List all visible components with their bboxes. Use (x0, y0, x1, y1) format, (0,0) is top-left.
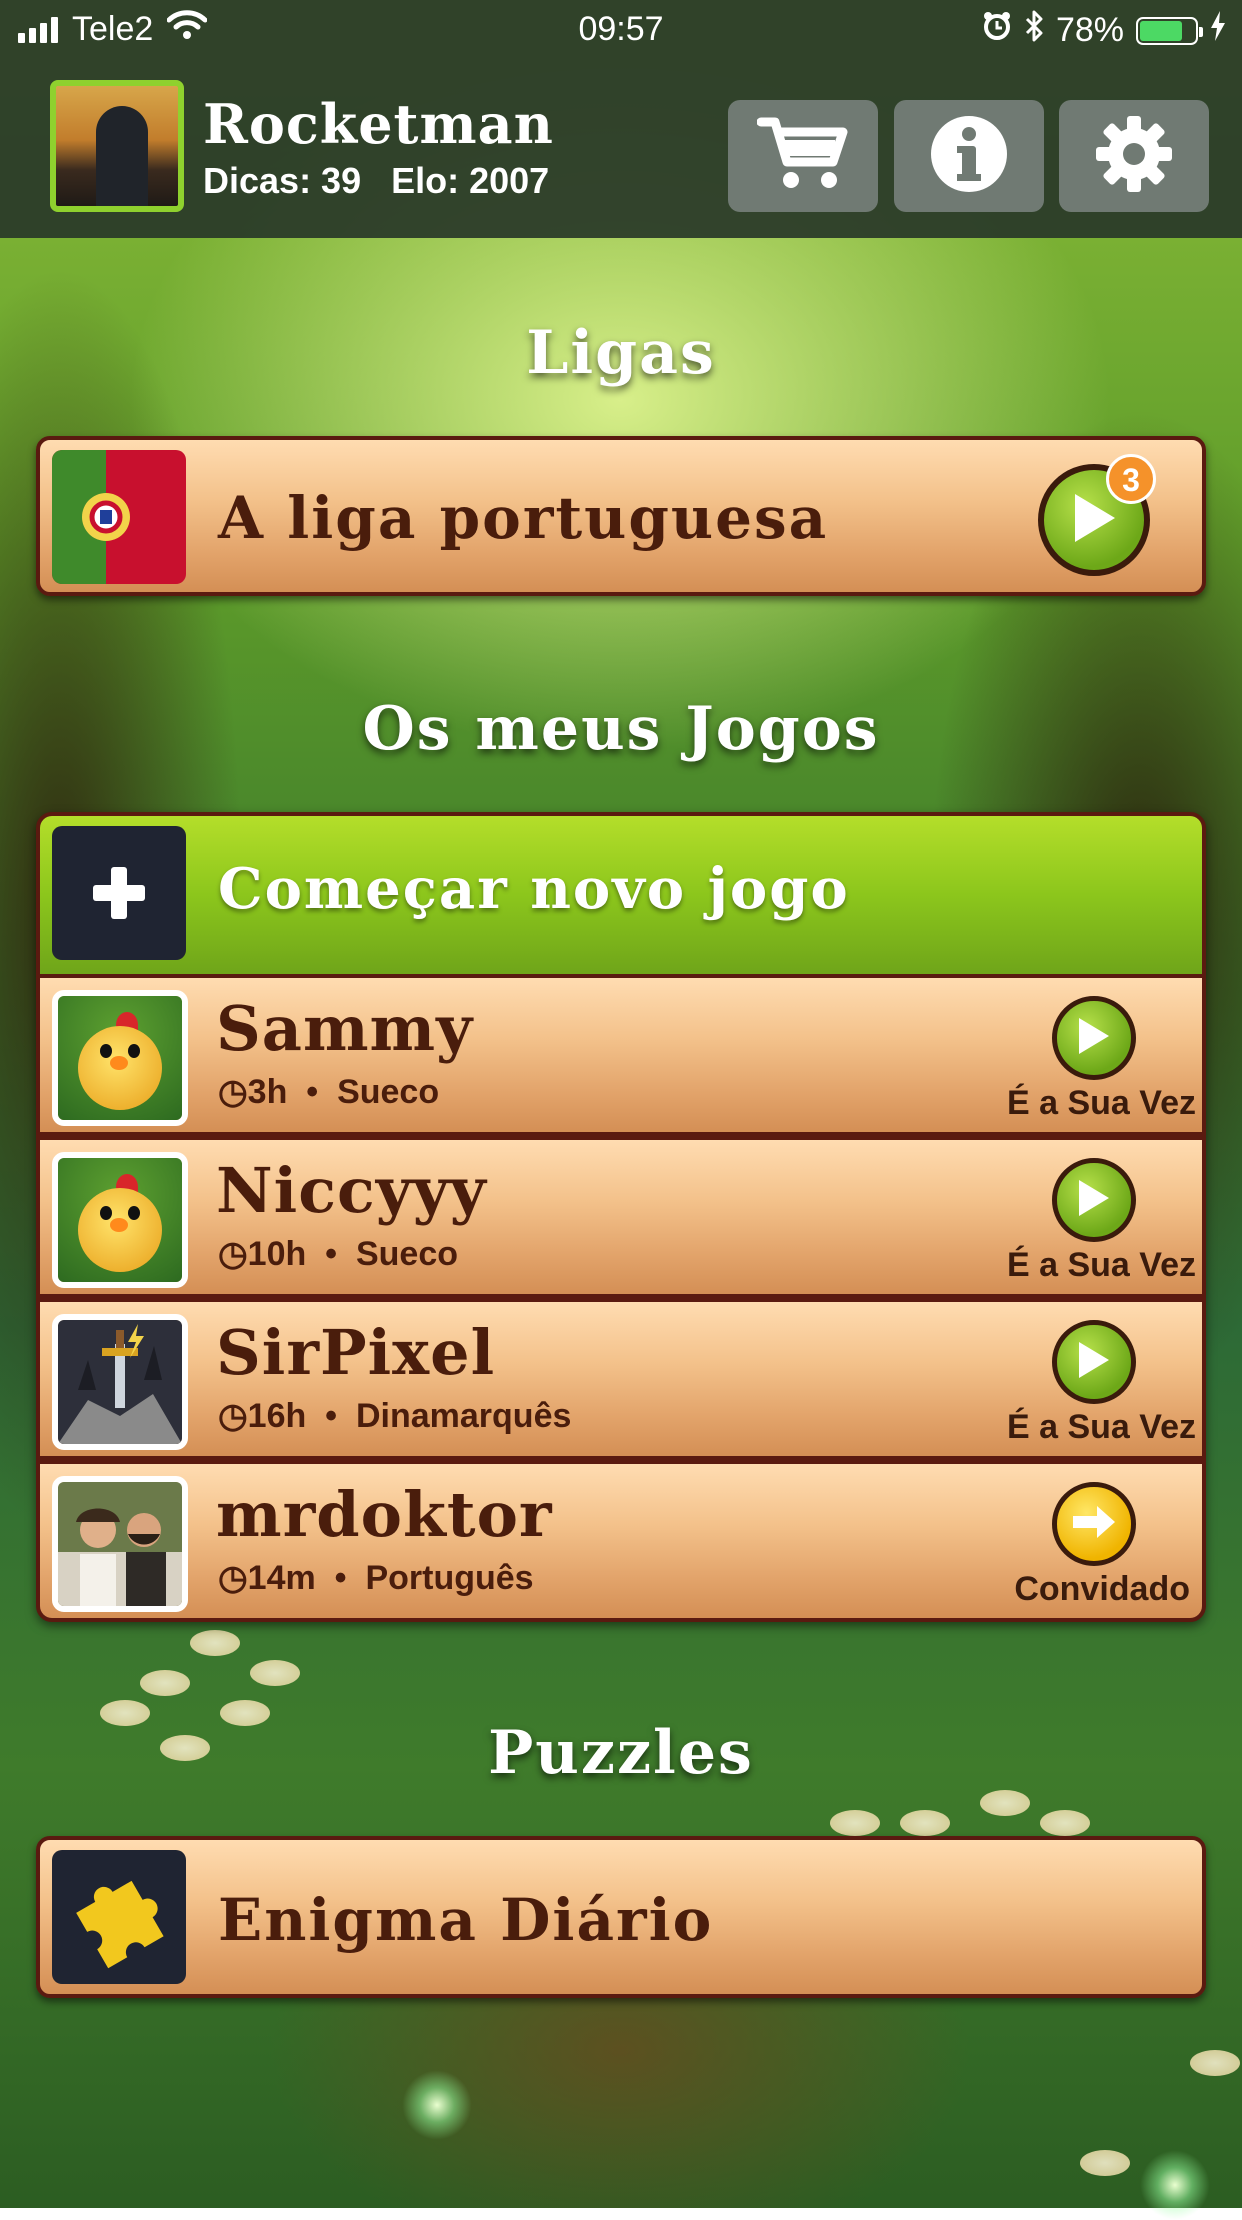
user-avatar[interactable] (50, 80, 184, 212)
last-move-time: ◷3h (218, 1073, 288, 1111)
game-language: Sueco (337, 1073, 440, 1111)
info-icon (929, 114, 1009, 198)
user-stats: Dicas: 39 Elo: 2007 (203, 160, 549, 202)
game-meta: ◷14m • Português (218, 1558, 534, 1598)
charging-icon (1210, 11, 1226, 50)
opponent-name: mrdoktor (216, 1478, 553, 1551)
play-icon (1069, 490, 1119, 550)
leagues-title: Ligas (526, 318, 716, 388)
play-button[interactable] (1052, 1320, 1136, 1404)
league-notification-badge: 3 (1106, 454, 1156, 504)
play-icon (1075, 1339, 1113, 1385)
game-status: É a Sua Vez (1007, 1246, 1196, 1284)
game-language: Sueco (355, 1235, 459, 1273)
invite-button[interactable] (1052, 1482, 1136, 1566)
game-row[interactable]: SirPixel ◷16h • Dinamarquês É a Sua Vez (40, 1302, 1202, 1456)
game-status: Convidado (1014, 1570, 1190, 1608)
game-meta: ◷16h • Dinamarquês (218, 1396, 571, 1436)
background-flower (190, 1630, 240, 1656)
firefly-glow (1140, 2150, 1210, 2220)
game-status: É a Sua Vez (1007, 1084, 1196, 1122)
battery-percent: 78% (1055, 11, 1124, 49)
background-flower (1190, 2050, 1240, 2076)
new-game-label: Começar novo jogo (218, 856, 850, 922)
sword-avatar (52, 1314, 188, 1450)
separator: • (334, 1559, 347, 1597)
shop-button[interactable] (728, 100, 878, 212)
hints-count: Dicas: 39 (203, 160, 362, 201)
separator: • (325, 1397, 338, 1435)
arrow-right-icon (1069, 1502, 1119, 1546)
bluetooth-icon (1024, 10, 1044, 51)
last-move-time: ◷10h (218, 1235, 307, 1273)
portuguese-league-row[interactable]: A liga portuguesa 3 (36, 436, 1206, 596)
game-meta: ◷3h • Sueco (218, 1072, 439, 1112)
background-flower (1080, 2150, 1130, 2176)
game-row[interactable]: mrdoktor ◷14m • Português Convidado (40, 1464, 1202, 1618)
puzzles-title: Puzzles (488, 1718, 754, 1788)
game-status: É a Sua Vez (1007, 1408, 1196, 1446)
plus-icon (52, 826, 186, 960)
background-flower (830, 1810, 880, 1836)
status-bar: Tele2 09:57 78% (0, 0, 1242, 60)
games-list: Começar novo jogo Sammy ◷3h • Sueco É a … (36, 812, 1206, 1622)
game-language: Dinamarquês (355, 1397, 572, 1435)
settings-button[interactable] (1059, 100, 1209, 212)
portugal-flag-icon (52, 450, 186, 584)
play-button[interactable] (1052, 1158, 1136, 1242)
game-row[interactable]: Niccyyy ◷10h • Sueco É a Sua Vez (40, 1140, 1202, 1294)
background-flower (900, 1810, 950, 1836)
game-meta: ◷10h • Sueco (218, 1234, 458, 1274)
daily-puzzle-row[interactable]: Enigma Diário (36, 1836, 1206, 1998)
league-name: A liga portuguesa (218, 484, 829, 552)
elo-rating: Elo: 2007 (391, 160, 550, 201)
background-flower (140, 1670, 190, 1696)
chick-avatar (52, 990, 188, 1126)
opponent-name: Sammy (216, 992, 474, 1065)
last-move-time: ◷14m (218, 1559, 316, 1597)
background-flower (250, 1660, 300, 1686)
cart-icon (756, 114, 849, 198)
chick-avatar (52, 1152, 188, 1288)
user-name: Rocketman (203, 92, 554, 156)
play-icon (1075, 1015, 1113, 1061)
separator: • (325, 1235, 338, 1273)
battery-icon (1136, 16, 1203, 45)
my-games-title: Os meus Jogos (362, 694, 880, 764)
game-row[interactable]: Sammy ◷3h • Sueco É a Sua Vez (40, 978, 1202, 1132)
last-move-time: ◷16h (218, 1397, 307, 1435)
play-icon (1075, 1177, 1113, 1223)
alarm-icon (982, 11, 1012, 50)
play-button[interactable] (1052, 996, 1136, 1080)
photo-avatar (52, 1476, 188, 1612)
firefly-glow (402, 2070, 472, 2140)
puzzle-piece-icon (52, 1850, 186, 1984)
gear-icon (1094, 114, 1174, 198)
separator: • (306, 1073, 319, 1111)
info-button[interactable] (894, 100, 1044, 212)
new-game-button[interactable]: Começar novo jogo (40, 816, 1202, 974)
background-flower (1040, 1810, 1090, 1836)
game-language: Português (365, 1559, 534, 1597)
background-flower (980, 1790, 1030, 1816)
opponent-name: Niccyyy (216, 1154, 487, 1227)
opponent-name: SirPixel (216, 1316, 496, 1389)
daily-puzzle-label: Enigma Diário (218, 1886, 714, 1954)
